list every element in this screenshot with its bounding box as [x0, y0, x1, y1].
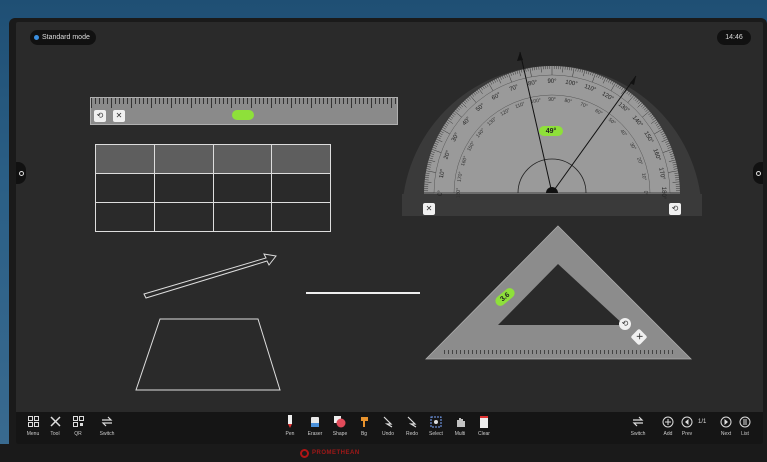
- next-page-icon: [720, 415, 733, 428]
- table-cell: [212, 202, 273, 232]
- toolbar-label: Select: [429, 431, 443, 437]
- toolbar-select-button[interactable]: Select: [425, 415, 447, 441]
- tools-icon: [49, 415, 62, 428]
- toolbar-tool-button[interactable]: Tool: [44, 415, 66, 441]
- table-cell: [95, 202, 155, 232]
- toolbar-label: QR: [74, 431, 82, 437]
- mode-dot-icon: [34, 35, 39, 40]
- table-cell: [153, 202, 214, 232]
- toolbar-label: Undo: [382, 431, 394, 437]
- handle-ring-icon: [18, 170, 24, 176]
- table-cell: [95, 173, 155, 203]
- clear-icon: [478, 415, 491, 428]
- toolbar-undo-button[interactable]: Undo: [377, 415, 399, 441]
- toolbar-shape-button[interactable]: Shape: [329, 415, 351, 441]
- protractor-inner-label: 10°: [640, 173, 647, 181]
- close-icon[interactable]: ✕: [113, 110, 125, 122]
- toolbar-page-list-button[interactable]: List: [734, 415, 756, 441]
- drawn-arrow-shape[interactable]: [142, 248, 282, 300]
- toolbar-multi-button[interactable]: Multi: [449, 415, 471, 441]
- switch-icon: [632, 415, 645, 428]
- toolbar-label: Menu: [26, 431, 40, 437]
- rotate-icon[interactable]: ⟲: [94, 110, 106, 122]
- ruler-major-ticks: [91, 98, 397, 108]
- toolbar-label: Pen: [285, 431, 295, 437]
- brand-wordmark: PROMETHEAN: [312, 450, 360, 456]
- toolbar-label: Next: [720, 431, 732, 437]
- brand-ring-icon: [300, 448, 309, 458]
- straight-ruler[interactable]: ⟲ ✕: [90, 97, 398, 125]
- table-cell: [95, 144, 155, 174]
- ruler-drag-handle[interactable]: [232, 110, 254, 120]
- background-icon: [358, 415, 371, 428]
- brand-logo: PROMETHEAN: [300, 447, 364, 459]
- toolbar-redo-button[interactable]: Redo: [401, 415, 423, 441]
- toolbar-switch-right-button[interactable]: Switch: [627, 415, 649, 441]
- table-cell: [212, 144, 273, 174]
- table-cell: [153, 144, 214, 174]
- bottom-toolbar: Menu Tool QR Switch Pen Eraser Shape Bg …: [16, 412, 763, 444]
- toolbar-qr-button[interactable]: QR: [67, 415, 89, 441]
- table-cell: [271, 202, 331, 232]
- toolbar-switch-button[interactable]: Switch: [96, 415, 118, 441]
- toolbar-label: Redo: [406, 431, 418, 437]
- toolbar-label: Add: [663, 431, 673, 437]
- toolbar-label: Prev: [681, 431, 693, 437]
- toolbar-prev-page-button[interactable]: Prev: [676, 415, 698, 441]
- table-cell: [212, 173, 273, 203]
- toolbar-label: Clear: [478, 431, 490, 437]
- handle-ring-icon: [755, 170, 761, 176]
- toolbar-bg-button[interactable]: Bg: [353, 415, 375, 441]
- toolbar-label: Eraser: [307, 431, 323, 437]
- toolbar-clear-button[interactable]: Clear: [473, 415, 495, 441]
- select-icon: [430, 415, 443, 428]
- drawn-line[interactable]: [306, 292, 420, 294]
- toolbar-label: Tool: [50, 431, 60, 437]
- multi-touch-icon: [454, 415, 467, 428]
- qr-icon: [72, 415, 85, 428]
- protractor-inner-label: 80°: [564, 98, 572, 105]
- table-cell: [271, 144, 331, 174]
- toolbar-label: Switch: [99, 431, 115, 437]
- page-list-icon: [739, 415, 752, 428]
- mode-label: Standard mode: [42, 34, 90, 41]
- toolbar-pen-button[interactable]: Pen: [279, 415, 301, 441]
- left-side-menu-handle[interactable]: [16, 162, 26, 184]
- toolbar-eraser-button[interactable]: Eraser: [304, 415, 326, 441]
- toolbar-label: Switch: [630, 431, 646, 437]
- rotate-icon[interactable]: ⟲: [669, 203, 681, 215]
- shape-icon: [334, 415, 347, 428]
- clock: 14:46: [717, 30, 751, 45]
- drawn-trapezoid-shape[interactable]: [132, 316, 302, 394]
- display-bottom-bezel: PROMETHEAN: [0, 444, 767, 462]
- drawn-table[interactable]: [95, 144, 331, 232]
- close-icon[interactable]: ✕: [423, 203, 435, 215]
- add-page-icon: [662, 415, 675, 428]
- redo-icon: [406, 415, 419, 428]
- toolbar-menu-button[interactable]: Menu: [22, 415, 44, 441]
- table-cell: [153, 173, 214, 203]
- protractor-angle-readout: 49°: [539, 126, 563, 136]
- protractor-inner-label: 90°: [548, 97, 556, 103]
- whiteboard-canvas[interactable]: Standard mode 14:46 ⟲ ✕ 0° 10° 20° 30° 40° 50…: [16, 22, 763, 444]
- triangle-ruler[interactable]: [424, 224, 694, 362]
- prev-page-icon: [681, 415, 694, 428]
- table-cell: [271, 173, 331, 203]
- rotate-icon[interactable]: ⟲: [619, 318, 631, 330]
- toolbar-label: Shape: [332, 431, 348, 437]
- page-indicator: 1/1: [698, 419, 707, 425]
- protractor-outer-label: 90°: [547, 79, 557, 85]
- eraser-icon: [309, 415, 322, 428]
- toolbar-label: List: [741, 431, 749, 437]
- menu-grid-icon: [27, 415, 40, 428]
- switch-icon: [101, 415, 114, 428]
- undo-icon: [382, 415, 395, 428]
- pen-icon: [284, 415, 297, 428]
- toolbar-label: Bg: [360, 431, 368, 437]
- toolbar-label: Multi: [454, 431, 466, 437]
- right-side-menu-handle[interactable]: [753, 162, 763, 184]
- mode-indicator[interactable]: Standard mode: [30, 30, 96, 45]
